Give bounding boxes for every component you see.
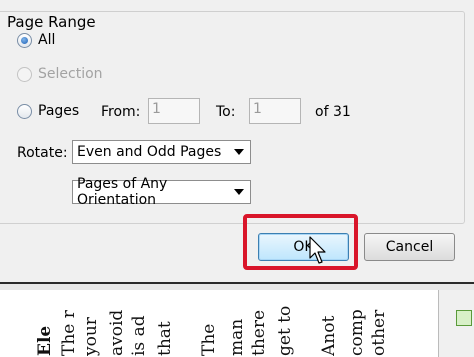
cancel-button[interactable]: Cancel [364, 233, 455, 261]
page-subset-value: Even and Odd Pages [77, 144, 222, 160]
radio-all[interactable]: All [17, 32, 55, 48]
book-text-column: comp [348, 309, 366, 356]
book-text-column: The r [60, 310, 78, 356]
book-text-column: that [156, 321, 174, 356]
radio-selection-label: Selection [38, 66, 103, 82]
radio-all-label: All [38, 32, 56, 48]
book-text-column: is ad [130, 315, 148, 356]
rotate-label: Rotate: [17, 145, 68, 161]
radio-pages-label: Pages [38, 103, 80, 119]
panel-icon [456, 310, 472, 326]
book-text-column: your [82, 317, 100, 356]
from-page-field[interactable]: 1 [148, 98, 200, 124]
book-text-column: man [228, 318, 246, 356]
page-count-label: of 31 [315, 104, 351, 120]
mouse-cursor-icon [309, 236, 326, 264]
book-text-column: other [370, 309, 388, 356]
radio-selection: Selection [17, 66, 103, 82]
to-label: To: [216, 104, 236, 120]
page-range-title: Page Range [4, 13, 99, 31]
chevron-down-icon[interactable] [234, 189, 244, 195]
print-dialog: Page Range All Selection Pages From: 1 T… [0, 0, 474, 282]
orientation-value: Pages of Any Orientation [77, 176, 168, 208]
radio-pages-indicator[interactable] [17, 103, 32, 119]
page-subset-select[interactable]: Even and Odd Pages [72, 140, 251, 164]
orientation-select[interactable]: Pages of Any Orientation [72, 176, 251, 208]
from-label: From: [101, 104, 141, 120]
radio-all-indicator[interactable] [17, 32, 32, 48]
radio-pages[interactable]: Pages [17, 103, 79, 119]
book-text-column: get to [276, 305, 294, 356]
ok-highlight-box [243, 214, 358, 270]
book-text-column: there [250, 309, 268, 356]
book-text-column: The [200, 323, 218, 356]
book-text-column: Ele [36, 325, 54, 356]
chevron-down-icon[interactable] [234, 149, 244, 155]
to-page-field[interactable]: 1 [249, 98, 301, 124]
book-text-column: Anot [320, 315, 338, 356]
book-text-column: avoid [108, 309, 126, 356]
radio-selection-indicator [17, 66, 32, 82]
